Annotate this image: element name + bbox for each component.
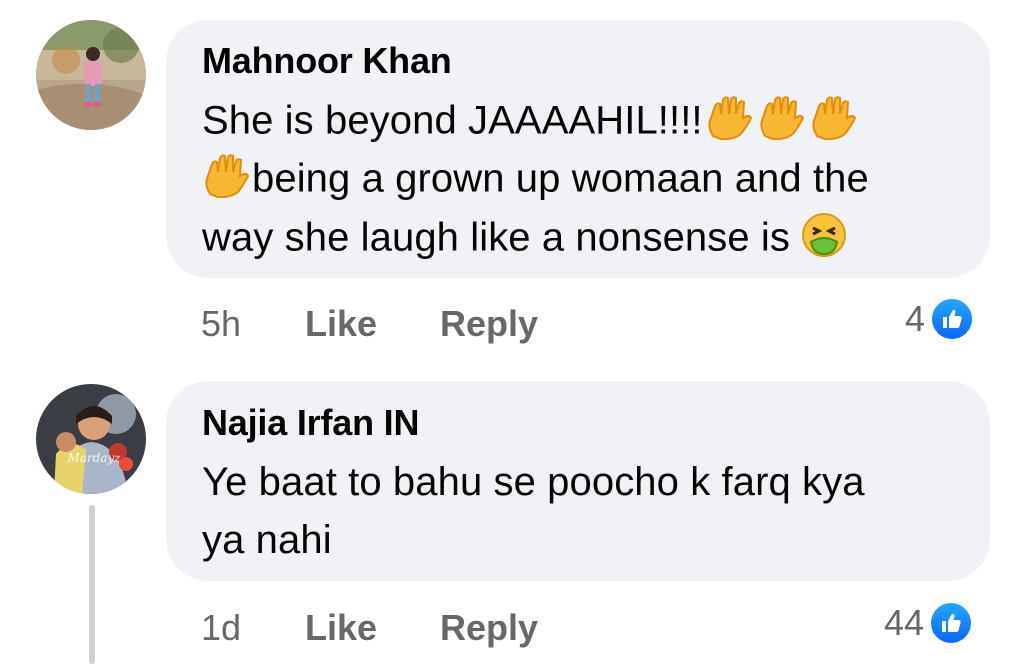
nauseated-face-icon [801,212,847,268]
raised-hand-icon [703,96,755,150]
raised-hand-icon [200,154,252,208]
reply-button[interactable]: Reply [440,303,538,345]
raised-hand-icon [807,96,859,150]
reaction-summary[interactable]: 44 [884,600,975,646]
avatar[interactable]: Mardayz [36,384,146,494]
comment-text-line: She is beyond JAAAAHIL!!!! [202,96,859,150]
reaction-count: 4 [905,298,926,339]
comment-text: way she laugh like a nonsense is [202,215,791,260]
avatar-watermark: Mardayz [66,451,121,465]
raised-hand-icon [755,96,807,150]
comment-text: She is beyond JAAAAHIL!!!! [202,98,703,143]
comment-text-line: being a grown up womaan and the [200,154,869,208]
like-button[interactable]: Like [305,607,377,649]
reaction-count: 44 [884,602,925,643]
comment-timestamp[interactable]: 1d [201,607,241,649]
comment-text: Ye baat to bahu se poocho k farq kya [202,460,865,504]
reply-button[interactable]: Reply [440,607,538,649]
comment-author[interactable]: Mahnoor Khan [202,40,452,82]
comment-text: being a grown up womaan and the [252,156,869,201]
thread-line [89,505,95,664]
comment-timestamp[interactable]: 5h [201,303,241,345]
comment-text-line: way she laugh like a nonsense is [202,212,847,268]
like-button[interactable]: Like [305,303,377,345]
like-icon [928,600,975,646]
reaction-summary[interactable]: 4 [905,296,976,342]
comment-text: ya nahi [202,518,332,562]
comment-author[interactable]: Najia Irfan IN [202,402,419,444]
avatar[interactable] [36,20,146,130]
like-icon [929,296,976,342]
